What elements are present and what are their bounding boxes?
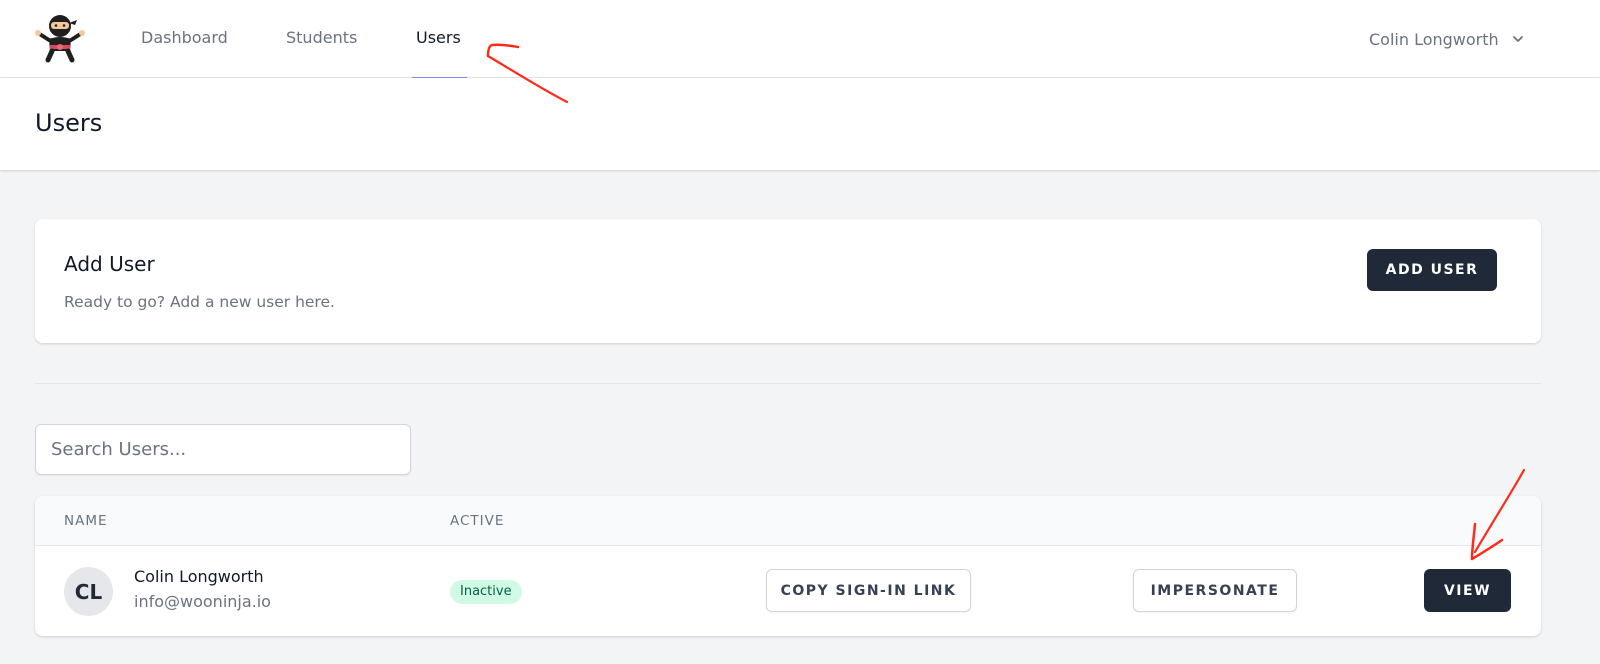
avatar: CL	[64, 567, 113, 616]
search-users-input[interactable]	[35, 424, 411, 475]
top-navigation: Dashboard Students Users Colin Longworth	[0, 0, 1600, 79]
add-user-title: Add User	[64, 252, 155, 276]
table-header: Name Active	[35, 496, 1541, 546]
page-header: Users	[0, 78, 1600, 170]
table-row: CL Colin Longworth info@wooninja.io Inac…	[35, 546, 1541, 636]
view-button[interactable]: View	[1424, 569, 1511, 612]
nav-link-users[interactable]: Users	[412, 0, 467, 79]
page-title: Users	[35, 109, 103, 137]
copy-sign-in-link-button[interactable]: Copy Sign-in Link	[766, 569, 971, 612]
user-menu-name: Colin Longworth	[1369, 29, 1499, 49]
status-badge: Inactive	[450, 580, 522, 604]
impersonate-button[interactable]: Impersonate	[1133, 569, 1297, 612]
add-user-button[interactable]: Add User	[1367, 249, 1497, 291]
ninja-logo-icon[interactable]	[33, 13, 87, 63]
column-header-active: Active	[450, 513, 505, 529]
nav-link-students[interactable]: Students	[286, 0, 357, 78]
add-user-card: Add User Ready to go? Add a new user her…	[35, 219, 1541, 343]
section-divider	[35, 383, 1541, 384]
column-header-name: Name	[64, 513, 108, 529]
user-name: Colin Longworth	[134, 567, 264, 586]
users-table: Name Active CL Colin Longworth info@woon…	[35, 496, 1541, 636]
add-user-description: Ready to go? Add a new user here.	[64, 293, 335, 311]
user-email: info@wooninja.io	[134, 592, 271, 611]
chevron-down-icon	[1511, 32, 1525, 46]
nav-link-dashboard[interactable]: Dashboard	[141, 0, 228, 78]
user-menu[interactable]: Colin Longworth	[1369, 0, 1525, 78]
